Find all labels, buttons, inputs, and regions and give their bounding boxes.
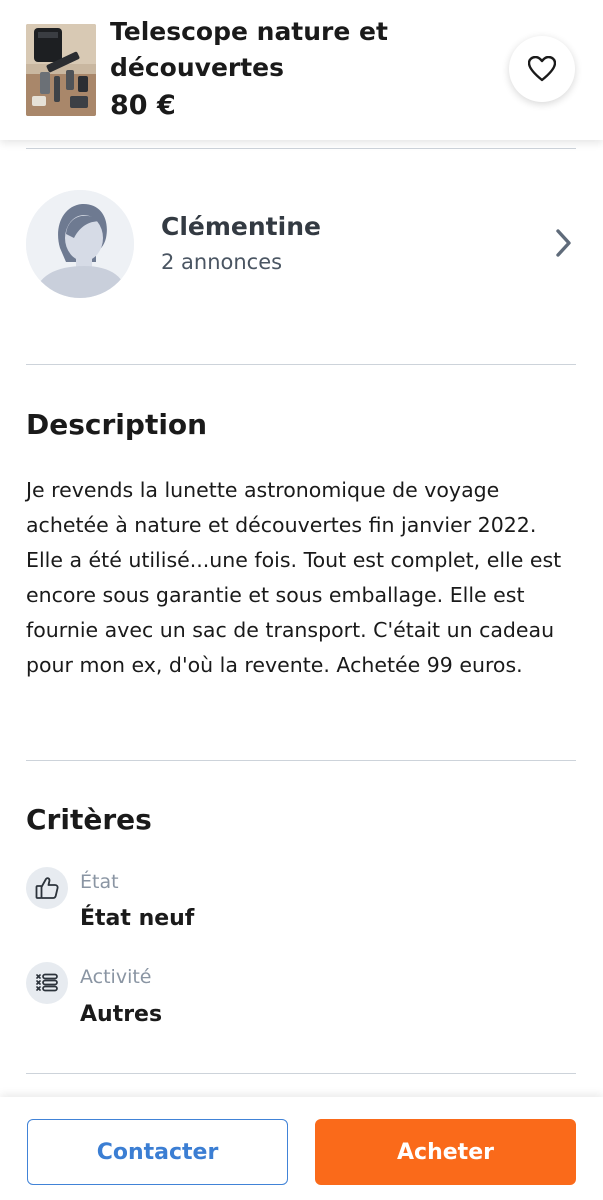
seller-listings-count: 2 annonces — [161, 250, 283, 274]
listing-header: Telescope nature et découvertes 80 € — [0, 0, 603, 140]
buy-button[interactable]: Acheter — [315, 1119, 576, 1185]
thumbs-up-icon — [26, 867, 68, 909]
divider — [26, 364, 576, 365]
user-avatar-icon — [26, 190, 134, 298]
criteria-heading: Critères — [26, 803, 152, 836]
chevron-right-icon[interactable] — [548, 226, 578, 260]
description-heading: Description — [26, 408, 208, 441]
seller-name: Clémentine — [161, 212, 321, 241]
divider — [26, 1073, 576, 1074]
action-bar: Contacter Acheter — [0, 1097, 603, 1200]
avatar — [26, 190, 134, 298]
product-thumbnail[interactable] — [26, 24, 96, 116]
listing-title: Telescope nature et découvertes — [110, 17, 388, 82]
criteria-label: État — [80, 871, 119, 893]
product-photo-icon — [26, 24, 96, 116]
criteria-label: Activité — [80, 966, 152, 988]
listing-price: 80 € — [110, 90, 176, 121]
favorite-button[interactable] — [509, 36, 575, 102]
ad-detail-page: Telescope nature et découvertes 80 € Clé… — [0, 0, 603, 1200]
heart-icon — [528, 56, 556, 82]
criteria-value: Autres — [80, 1002, 163, 1027]
divider — [26, 148, 576, 149]
list-icon — [26, 962, 68, 1004]
contact-button[interactable]: Contacter — [27, 1119, 288, 1185]
criteria-value: État neuf — [80, 906, 195, 931]
divider — [26, 760, 576, 761]
description-text: Je revends la lunette astronomique de vo… — [26, 478, 562, 677]
